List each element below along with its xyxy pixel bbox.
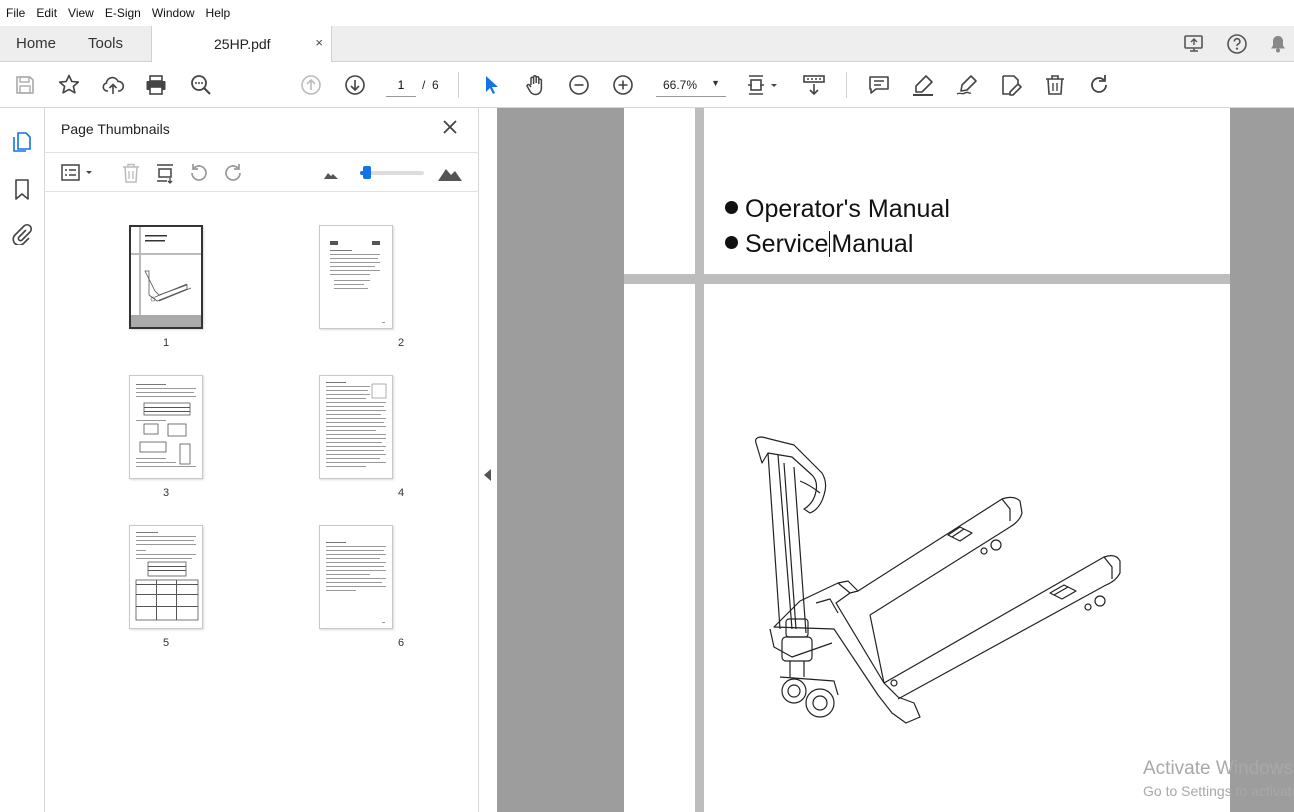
thumbnail-page-4[interactable] [319, 375, 393, 479]
thumbnail-label: 2 [397, 337, 405, 349]
chevron-down-icon: ▼ [711, 78, 720, 88]
manual-text: Manual [831, 230, 914, 258]
draw-pen-icon[interactable] [955, 73, 979, 97]
toolbar-divider [458, 72, 459, 98]
tab-document[interactable]: 25HP.pdf × [151, 26, 332, 63]
zoom-out-icon[interactable] [567, 73, 591, 97]
bookmark-star-icon[interactable] [57, 73, 81, 97]
attachment-paperclip-icon[interactable] [11, 223, 33, 245]
pallet-truck-illustration [755, 436, 1121, 724]
page-frame-horizontal-bar [624, 274, 1230, 284]
page-thumbnails-icon[interactable] [11, 131, 33, 153]
options-menu-icon[interactable] [60, 162, 96, 184]
page-thumbnails-panel: Page Thumbnails 1 2 3 4 5 6 [45, 108, 479, 812]
share-screen-icon[interactable] [1183, 33, 1205, 55]
thumbnail-page-1[interactable] [129, 225, 203, 329]
slider-handle[interactable] [363, 166, 371, 179]
notifications-bell-icon[interactable] [1267, 33, 1289, 55]
zoom-select[interactable]: 66.7% ▼ [656, 73, 726, 97]
page-fit-icon[interactable] [745, 73, 781, 97]
insert-page-icon[interactable] [154, 162, 176, 184]
rotate-icon[interactable] [1087, 73, 1111, 97]
tab-document-title: 25HP.pdf [214, 36, 271, 52]
scroll-mode-icon[interactable] [802, 73, 826, 97]
highlight-pen-icon[interactable] [911, 73, 935, 97]
previous-page-icon[interactable] [299, 73, 323, 97]
bullet-icon [725, 236, 738, 249]
thumbnail-page-6[interactable] [319, 525, 393, 629]
thumbnail-label: 5 [162, 637, 170, 649]
pdf-page: Operator's Manual Service Manual [624, 108, 1230, 812]
bookmarks-icon[interactable] [11, 178, 33, 200]
rotate-counterclockwise-icon[interactable] [188, 162, 210, 184]
panel-title: Page Thumbnails [61, 121, 170, 137]
thumbnail-page-3[interactable] [129, 375, 203, 479]
document-viewer[interactable]: Operator's Manual Service Manual [497, 108, 1294, 812]
activate-windows-watermark: Activate Windows Go to Settings to activ… [1143, 758, 1294, 799]
thumbnail-label: 6 [397, 637, 405, 649]
page-separator: / [422, 78, 426, 92]
find-zoom-icon[interactable] [189, 73, 213, 97]
operators-manual-text: Operator's Manual [745, 195, 950, 223]
thumbnail-label: 3 [162, 487, 170, 499]
left-navigation-rail [0, 108, 45, 812]
delete-trash-icon[interactable] [1043, 73, 1067, 97]
menu-bar: File Edit View E-Sign Window Help [0, 0, 1294, 26]
menu-view[interactable]: View [68, 6, 94, 20]
select-cursor-icon[interactable] [479, 73, 503, 97]
save-icon[interactable] [13, 73, 37, 97]
menu-edit[interactable]: Edit [36, 6, 57, 20]
comment-icon[interactable] [867, 73, 891, 97]
edit-text-icon[interactable] [999, 73, 1023, 97]
page-frame-vertical-bar [695, 108, 704, 812]
thumbnail-label: 1 [162, 337, 170, 349]
tab-tools[interactable]: Tools [88, 35, 123, 52]
mountain-large-icon[interactable] [437, 161, 463, 185]
toolbar-divider [846, 72, 847, 98]
next-page-icon[interactable] [343, 73, 367, 97]
thumbnail-page-5[interactable] [129, 525, 203, 629]
page-total: / 6 [422, 78, 439, 92]
service-text: Service [745, 230, 829, 258]
help-icon[interactable] [1226, 33, 1248, 55]
thumbnail-size-slider[interactable] [360, 166, 424, 179]
page-number-input[interactable] [386, 73, 416, 97]
zoom-value: 66.7% [663, 78, 698, 92]
service-manual-item: Service Manual [725, 230, 913, 259]
watermark-title: Activate Windows [1143, 758, 1293, 779]
rotate-clockwise-icon[interactable] [222, 162, 244, 184]
close-icon[interactable] [441, 118, 459, 136]
thumbnail-page-2[interactable] [319, 225, 393, 329]
hand-tool-icon[interactable] [523, 73, 547, 97]
print-icon[interactable] [144, 73, 168, 97]
zoom-in-icon[interactable] [611, 73, 635, 97]
delete-page-icon[interactable] [120, 162, 142, 184]
bullet-icon [725, 201, 738, 214]
thumbnail-label: 4 [397, 487, 405, 499]
watermark-subtitle: Go to Settings to activate Windows. [1143, 783, 1294, 799]
tab-close-button[interactable]: × [315, 35, 323, 50]
toolbar: / 6 66.7% ▼ [0, 62, 1294, 108]
menu-help[interactable]: Help [206, 6, 231, 20]
upload-cloud-icon[interactable] [101, 73, 125, 97]
mountain-small-icon[interactable] [323, 166, 339, 182]
operators-manual-item: Operator's Manual [725, 195, 950, 224]
tab-home[interactable]: Home [16, 35, 56, 52]
tab-bar: Home Tools 25HP.pdf × [0, 26, 1294, 63]
menu-window[interactable]: Window [152, 6, 195, 20]
page-count: 6 [432, 78, 439, 92]
thumbnail-toolbar [45, 152, 479, 192]
collapse-arrow-icon [484, 469, 491, 481]
panel-collapse-handle[interactable] [480, 108, 497, 812]
menu-file[interactable]: File [6, 6, 25, 20]
menu-esign[interactable]: E-Sign [105, 6, 141, 20]
